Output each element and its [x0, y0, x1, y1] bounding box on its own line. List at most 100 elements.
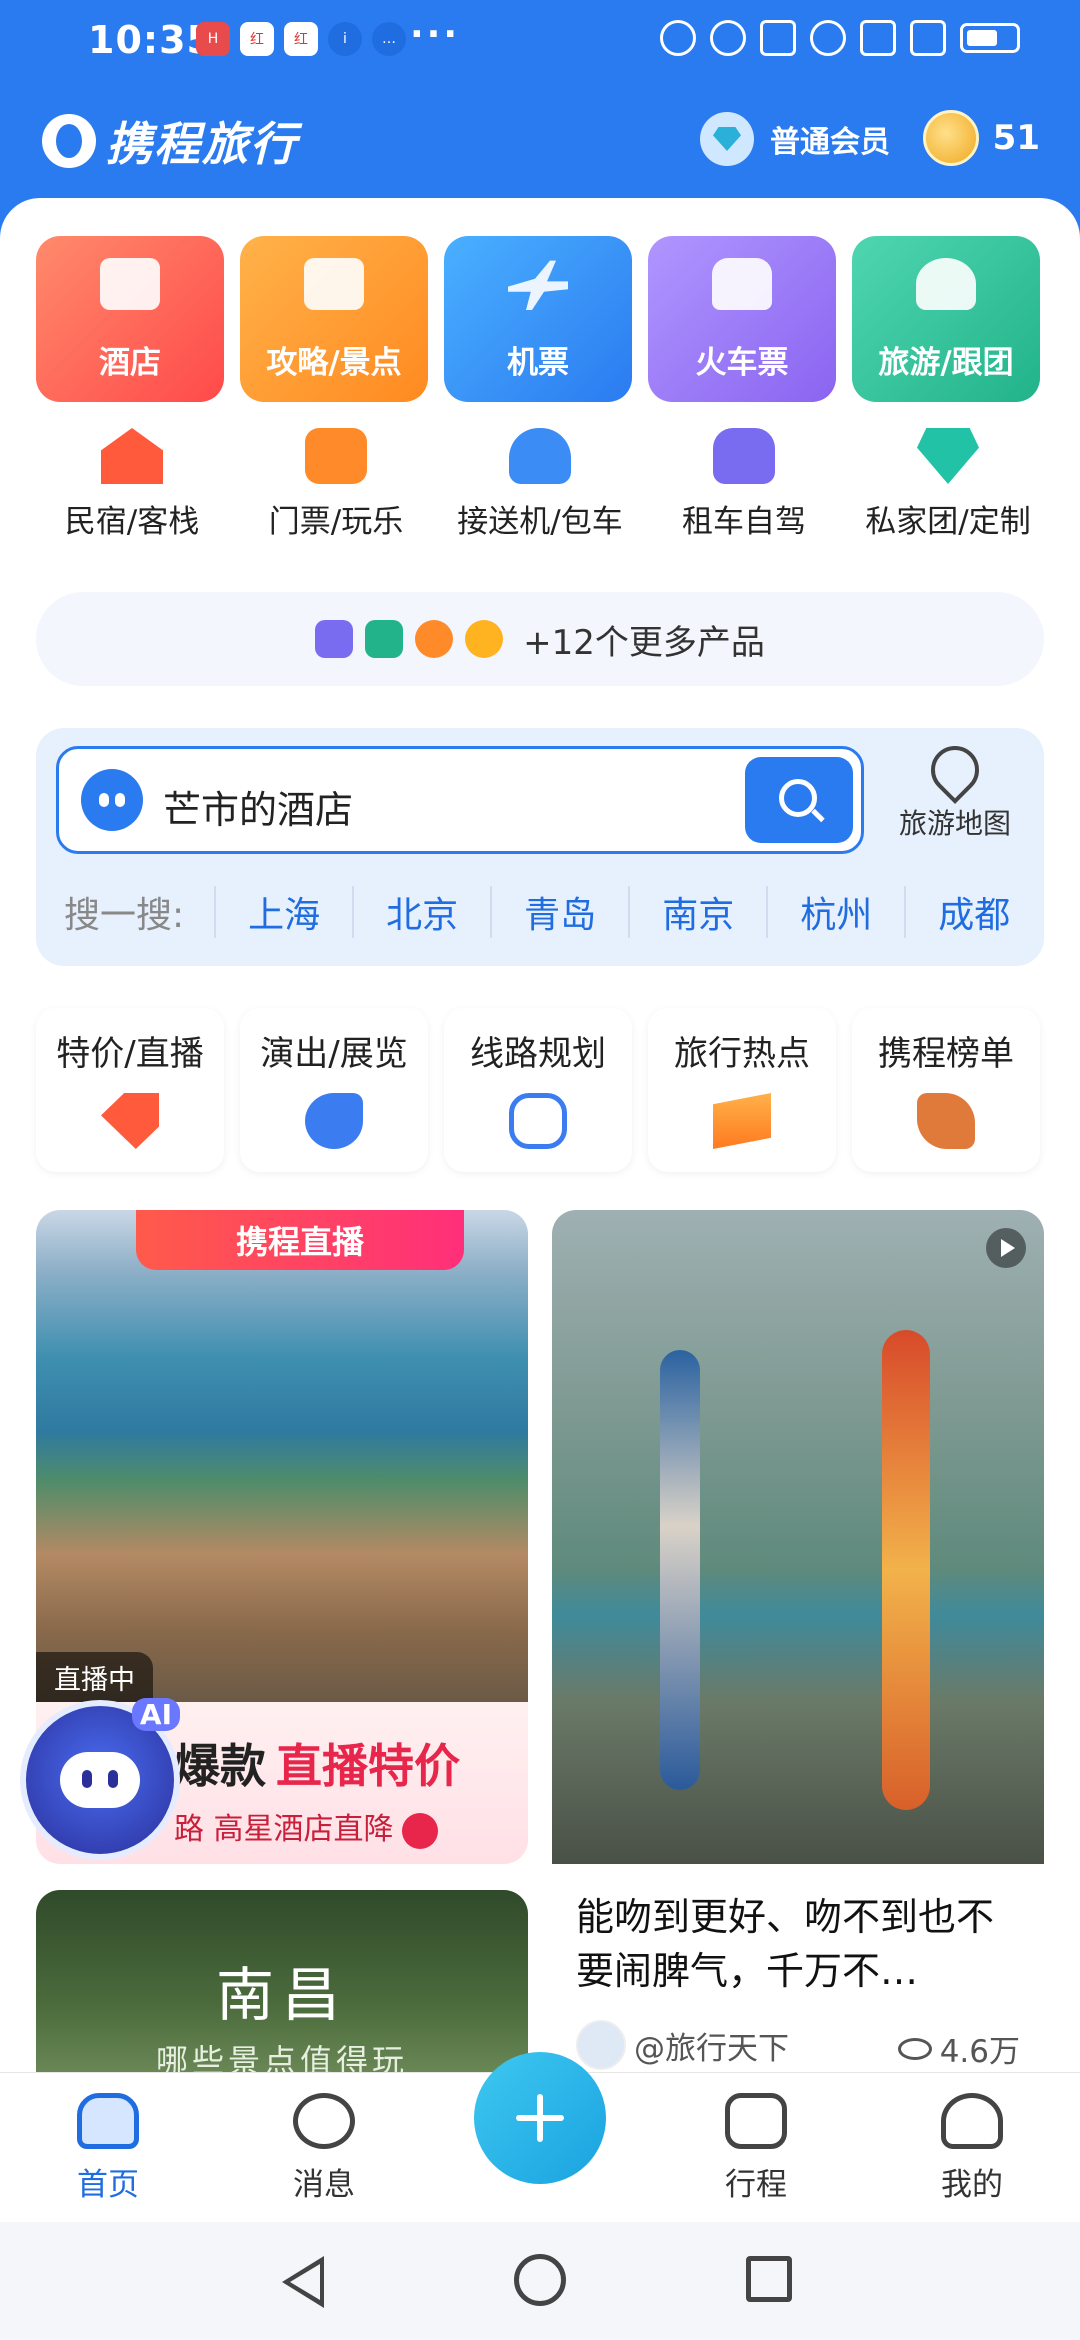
promo-subtitle-text: 路 高星酒店直降 [174, 1812, 394, 1847]
tile-label: 火车票 [695, 345, 789, 381]
view-count: 4.6万 [897, 2026, 1020, 2071]
diamond-icon [917, 428, 979, 484]
signal-icon [910, 20, 946, 56]
tab-label: 首页 [77, 2167, 139, 2203]
create-plus-button[interactable] [474, 2052, 606, 2184]
feature-label: 线路规划 [470, 1034, 606, 1074]
promo-subtitle: 路 高星酒店直降 [174, 1804, 438, 1849]
bus-icon [315, 620, 354, 658]
feature-cards: 特价/直播 演出/展览 线路规划 旅行热点 携程榜单 [36, 1008, 1040, 1172]
train-icon [712, 258, 772, 310]
feature-label: 旅行热点 [674, 1034, 810, 1074]
category-transfer[interactable]: 接送机/包车 [438, 428, 642, 541]
tile-guides[interactable]: 攻略/景点 [240, 236, 428, 402]
tab-trips[interactable]: 行程 [686, 2093, 826, 2204]
hot-city-link[interactable]: 北京 [352, 886, 490, 938]
hot-city-link[interactable]: 杭州 [766, 886, 904, 938]
map-pin-icon [921, 736, 989, 804]
cruise-icon [365, 620, 404, 658]
finance-icon [465, 620, 504, 658]
hot-city-link[interactable]: 青岛 [490, 886, 628, 938]
tile-tours[interactable]: 旅游/跟团 [852, 236, 1040, 402]
statue-figure [660, 1350, 700, 1790]
ticket-icon [305, 428, 367, 484]
category-tickets[interactable]: 门票/玩乐 [234, 428, 438, 541]
statue-figure [882, 1330, 930, 1810]
category-car-rental[interactable]: 租车自驾 [642, 428, 846, 541]
post-title: 能吻到更好、吻不到也不要闹脾气，千万不… [576, 1895, 995, 1993]
tile-trains[interactable]: 火车票 [648, 236, 836, 402]
coins-button[interactable]: 51 [922, 110, 1040, 166]
message-icon [293, 2093, 355, 2149]
post-author[interactable]: @旅行天下 [576, 2020, 789, 2070]
coin-count: 51 [992, 118, 1040, 158]
search-query: 芒市的酒店 [163, 788, 354, 832]
travel-map-button[interactable]: 旅游地图 [890, 736, 1020, 842]
city-guide-card[interactable]: 南昌 哪些景点值得玩 [36, 1890, 528, 2080]
notification-app-icon: 红 [284, 22, 318, 56]
ranking-icon [917, 1093, 975, 1149]
tile-label: 酒店 [99, 345, 161, 381]
membership-button[interactable]: 普通会员 [700, 112, 890, 166]
promo-title: 爆款 直播特价 [174, 1730, 460, 1796]
home-circle-icon[interactable] [514, 2254, 566, 2306]
tab-label: 消息 [293, 2167, 355, 2203]
category-label: 门票/玩乐 [268, 504, 404, 540]
home-icon [77, 2093, 139, 2149]
chevron-right-icon [401, 1812, 438, 1849]
avatar [576, 2020, 626, 2070]
lake-city-photo [36, 1210, 528, 1702]
palm-tree-icon [916, 258, 976, 310]
city-name: 南昌 [215, 1961, 348, 2029]
search-input[interactable]: 芒市的酒店 [56, 746, 864, 854]
tab-messages[interactable]: 消息 [254, 2093, 394, 2204]
more-notifications-icon: ··· [410, 14, 461, 55]
feature-route-planning[interactable]: 线路规划 [444, 1008, 632, 1172]
calendar-icon [725, 2093, 787, 2149]
feature-label: 携程榜单 [878, 1034, 1014, 1074]
live-now-indicator: 直播中 [36, 1652, 153, 1702]
view-count-value: 4.6万 [939, 2034, 1020, 2070]
tile-flights[interactable]: 机票 [444, 236, 632, 402]
category-private-tour[interactable]: 私家团/定制 [846, 428, 1050, 541]
category-homestay[interactable]: 民宿/客栈 [30, 428, 234, 541]
feature-deals-live[interactable]: 特价/直播 [36, 1008, 224, 1172]
feature-label: 特价/直播 [56, 1034, 204, 1074]
hotel-icon [100, 258, 160, 310]
tile-label: 旅游/跟团 [878, 345, 1014, 381]
hot-city-link[interactable]: 上海 [214, 886, 352, 938]
search-button[interactable] [745, 757, 853, 843]
user-icon [941, 2093, 1003, 2149]
vibrate-icon [760, 20, 796, 56]
back-icon[interactable] [282, 2256, 324, 2308]
hot-city-link[interactable]: 成都 [904, 886, 1042, 938]
main-category-tiles: 酒店 攻略/景点 机票 火车票 旅游/跟团 [36, 236, 1040, 402]
price-tag-icon [101, 1093, 159, 1149]
feature-label: 演出/展览 [260, 1034, 408, 1074]
eye-icon [897, 2037, 932, 2060]
feature-travel-hotspots[interactable]: 旅行热点 [648, 1008, 836, 1172]
tab-label: 行程 [725, 2167, 787, 2203]
wifi-icon [810, 20, 846, 56]
ai-badge: AI [131, 1698, 180, 1731]
promo-title-b: 直播特价 [276, 1739, 460, 1793]
play-icon [986, 1228, 1026, 1268]
tile-hotel[interactable]: 酒店 [36, 236, 224, 402]
category-label: 民宿/客栈 [64, 504, 200, 540]
secondary-categories: 民宿/客栈 门票/玩乐 接送机/包车 租车自驾 私家团/定制 [30, 428, 1050, 541]
hot-city-link[interactable]: 南京 [628, 886, 766, 938]
feature-shows[interactable]: 演出/展览 [240, 1008, 428, 1172]
tab-home[interactable]: 首页 [38, 2093, 178, 2204]
more-products-button[interactable]: +12个更多产品 [36, 592, 1044, 686]
recent-apps-icon[interactable] [746, 2256, 792, 2302]
member-label: 普通会员 [770, 125, 890, 160]
tab-label: 我的 [941, 2167, 1003, 2203]
guidebook-icon [304, 258, 364, 310]
tab-mine[interactable]: 我的 [902, 2093, 1042, 2204]
alarm-icon [710, 20, 746, 56]
signal-icon [860, 20, 896, 56]
video-post-card[interactable]: 能吻到更好、吻不到也不要闹脾气，千万不… @旅行天下 4.6万 [552, 1210, 1044, 2080]
ai-assistant-button[interactable]: AI [20, 1698, 180, 1860]
robot-face-icon [60, 1752, 140, 1808]
feature-rankings[interactable]: 携程榜单 [852, 1008, 1040, 1172]
